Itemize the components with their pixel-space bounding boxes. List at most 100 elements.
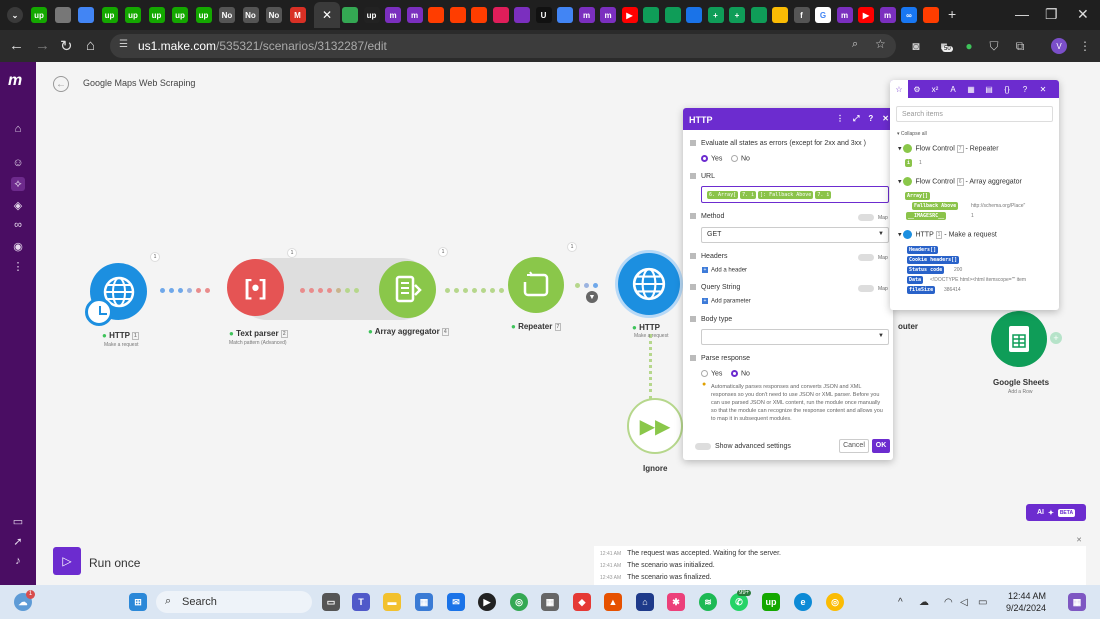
- notifications-nav-icon[interactable]: ♪: [11, 554, 25, 568]
- upwork-icon[interactable]: up: [148, 7, 165, 23]
- templates-nav-icon[interactable]: ◈: [11, 198, 25, 212]
- square-icon[interactable]: [449, 7, 466, 23]
- youtube-icon[interactable]: ▶: [858, 7, 874, 23]
- mapping-close-icon[interactable]: ✕: [1034, 80, 1052, 98]
- method-map-toggle[interactable]: [858, 214, 874, 221]
- filter-icon[interactable]: ▼: [586, 291, 598, 303]
- repeater-i-pill[interactable]: i: [905, 159, 913, 167]
- forward-arrow-icon[interactable]: →: [35, 37, 50, 54]
- bookmark-star-icon[interactable]: ☆: [875, 37, 886, 51]
- tab-search-chevron-icon[interactable]: ⌄: [7, 7, 23, 23]
- team-nav-icon[interactable]: ☺: [11, 156, 25, 170]
- upwork-icon[interactable]: up: [172, 7, 188, 23]
- docs-nav-icon[interactable]: ▭: [11, 514, 25, 528]
- notion-icon[interactable]: No: [219, 7, 235, 23]
- module-repeater[interactable]: [508, 257, 564, 313]
- add-header-button[interactable]: + Add a header: [702, 267, 747, 274]
- module-ignore[interactable]: ▶▶: [627, 398, 683, 454]
- site-info-icon[interactable]: ☰: [119, 39, 128, 50]
- upwork-icon[interactable]: up: [31, 7, 47, 23]
- fallback-pill[interactable]: Fallback Above: [912, 202, 959, 210]
- back-button[interactable]: ←: [53, 76, 69, 92]
- plus-icon[interactable]: +: [729, 7, 745, 23]
- window-close-icon[interactable]: ✕: [1077, 6, 1089, 23]
- mail-icon[interactable]: ✉: [447, 593, 465, 611]
- browser-menu-icon[interactable]: ⋮: [1077, 38, 1093, 54]
- drive-icon[interactable]: [750, 7, 767, 23]
- mapping-search-input[interactable]: Search items: [896, 106, 1053, 122]
- imagesrc-pill[interactable]: __IMAGESRC__: [906, 212, 947, 220]
- dialog-close-icon[interactable]: ✕: [882, 114, 889, 124]
- help-tab-icon[interactable]: ?: [1016, 80, 1034, 98]
- meta-icon[interactable]: ∞: [901, 7, 917, 23]
- anydesk-icon[interactable]: ◆: [573, 593, 591, 611]
- circle-icon[interactable]: [686, 7, 702, 23]
- u-icon[interactable]: U: [535, 7, 552, 23]
- schedule-clock-icon[interactable]: [85, 298, 113, 326]
- taskbar-clock[interactable]: 12:44 AM 9/24/2024: [1002, 590, 1046, 614]
- mapping-group-http[interactable]: ▾ HTTP 1 - Make a request: [898, 230, 997, 239]
- make-icon[interactable]: m: [406, 7, 423, 23]
- teams-icon[interactable]: T: [352, 593, 370, 611]
- calculator-icon[interactable]: ▦: [541, 593, 559, 611]
- add-parameter-button[interactable]: + Add parameter: [702, 298, 751, 305]
- extension-badge-icon[interactable]: ■50: [936, 38, 953, 54]
- pattern-app-icon[interactable]: ✱: [667, 593, 685, 611]
- array-pill[interactable]: Array[]: [905, 192, 931, 200]
- slack-icon[interactable]: [492, 7, 509, 23]
- docs-icon[interactable]: [78, 7, 94, 23]
- upwork-icon[interactable]: up: [762, 593, 780, 611]
- date-tab-icon[interactable]: ▦: [962, 80, 980, 98]
- module-google-sheets[interactable]: [991, 311, 1047, 367]
- window-maximize-icon[interactable]: ❐: [1045, 6, 1058, 23]
- parse-yes-radio[interactable]: Yes: [701, 370, 722, 377]
- make-icon[interactable]: m: [600, 7, 616, 23]
- connections-nav-icon[interactable]: ∞: [11, 218, 25, 232]
- start-windows-icon[interactable]: ⊞: [129, 593, 147, 611]
- home-icon[interactable]: ⌂: [86, 37, 95, 54]
- text-tab-icon[interactable]: A: [944, 80, 962, 98]
- vpn-icon[interactable]: ⌂: [636, 593, 654, 611]
- cancel-button[interactable]: Cancel: [839, 439, 869, 453]
- method-select[interactable]: GET ▼: [701, 227, 889, 243]
- f-icon[interactable]: f: [793, 7, 810, 23]
- web-icon[interactable]: [54, 7, 71, 23]
- favorites-tab-icon[interactable]: ☆: [890, 80, 908, 98]
- upwork-icon[interactable]: up: [101, 7, 118, 23]
- active-tab-close-icon[interactable]: ✕: [314, 2, 340, 28]
- volume-icon[interactable]: ◁: [960, 597, 968, 608]
- module-http-current[interactable]: [618, 253, 680, 315]
- reload-icon[interactable]: ↻: [60, 37, 73, 55]
- make-logo-icon[interactable]: m: [8, 72, 22, 90]
- widgets-icon[interactable]: ▦: [1068, 593, 1086, 611]
- url-field[interactable]: 6. Array[7. i]: Fallback Above 7. i: [701, 186, 889, 203]
- drive-icon[interactable]: [643, 7, 659, 23]
- maps-icon[interactable]: [342, 7, 358, 23]
- evaluate-yes-radio[interactable]: Yes: [701, 155, 722, 162]
- note-icon[interactable]: [772, 7, 788, 23]
- make-icon[interactable]: m: [879, 7, 896, 23]
- parse-no-radio[interactable]: No: [731, 370, 750, 377]
- run-once-label[interactable]: Run once: [89, 556, 140, 570]
- headers-map-toggle[interactable]: [858, 254, 874, 261]
- mapping-group-repeater[interactable]: ▾ Flow Control 7 - Repeater: [898, 144, 999, 153]
- screenshot-extension-icon[interactable]: ◙: [908, 38, 924, 54]
- webhooks-nav-icon[interactable]: ◉: [11, 239, 25, 253]
- ai-assistant-button[interactable]: AI ✦ BETA: [1026, 504, 1086, 521]
- make-icon[interactable]: m: [385, 7, 401, 23]
- upwork-icon[interactable]: up: [195, 7, 212, 23]
- extensions-puzzle-icon[interactable]: ⧉: [1012, 38, 1028, 54]
- math-tab-icon[interactable]: x²: [926, 80, 944, 98]
- battery-icon[interactable]: ▭: [978, 597, 987, 608]
- address-bar[interactable]: ☰ us1.make.com/535321/scenarios/3132287/…: [110, 34, 896, 58]
- make-icon[interactable]: m: [578, 7, 595, 23]
- drive-icon[interactable]: [664, 7, 681, 23]
- run-once-button[interactable]: ▷: [53, 547, 81, 575]
- ok-button[interactable]: OK: [872, 439, 890, 453]
- plus-icon[interactable]: +: [707, 7, 724, 23]
- status-code-pill[interactable]: Status code: [907, 266, 945, 274]
- data-pill[interactable]: Data: [907, 276, 924, 284]
- store-icon[interactable]: ▦: [415, 593, 433, 611]
- media-icon[interactable]: ▶: [478, 593, 496, 611]
- shield-extension-icon[interactable]: ⛉: [986, 38, 1002, 54]
